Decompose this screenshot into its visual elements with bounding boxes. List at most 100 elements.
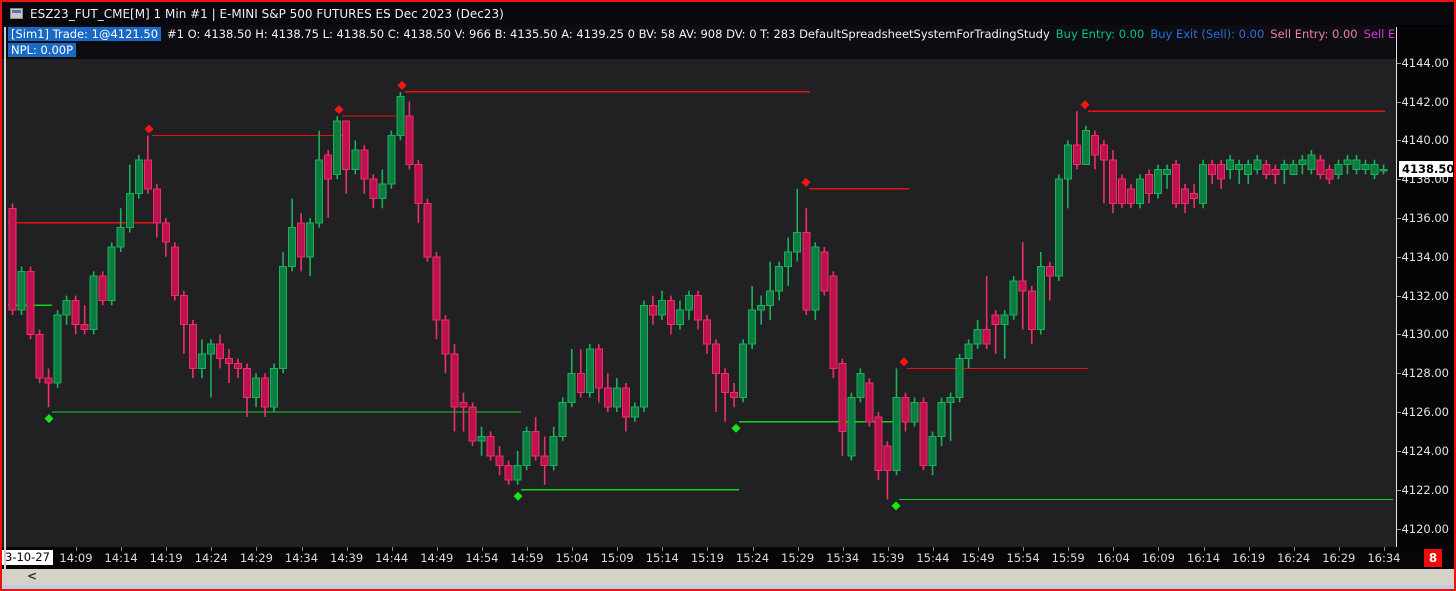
price-tick bbox=[1397, 450, 1401, 452]
time-axis-label: 14:34 bbox=[284, 551, 319, 565]
candle-body bbox=[504, 464, 513, 481]
candle-body bbox=[847, 397, 856, 457]
time-axis-label: 15:24 bbox=[735, 551, 770, 565]
candle-body bbox=[252, 377, 261, 399]
candle-body bbox=[1108, 159, 1117, 204]
candle-body bbox=[757, 304, 766, 311]
candle-body bbox=[1289, 164, 1298, 175]
sell-signal-diamond-icon bbox=[397, 80, 407, 90]
time-axis-label: 14:44 bbox=[375, 551, 409, 565]
time-axis-label: 15:44 bbox=[916, 551, 950, 565]
candle-body bbox=[80, 324, 89, 331]
time-axis-label: 14:09 bbox=[59, 551, 93, 565]
candle-body bbox=[1081, 130, 1090, 166]
sell-signal-diamond-icon bbox=[899, 357, 909, 367]
price-tick bbox=[1397, 373, 1401, 375]
candle-body bbox=[134, 159, 143, 195]
window-icon bbox=[10, 8, 23, 19]
candle-body bbox=[1036, 266, 1045, 331]
candle-body bbox=[1370, 164, 1379, 175]
time-axis-label: 14:59 bbox=[510, 551, 544, 565]
candle-body bbox=[1181, 188, 1190, 204]
candle-body bbox=[784, 251, 793, 268]
candle-body bbox=[215, 343, 224, 360]
candle-body bbox=[730, 392, 739, 399]
candle-body bbox=[838, 363, 847, 432]
sell-signal-diamond-icon bbox=[801, 177, 811, 187]
horizontal-scrollbar[interactable]: < bbox=[2, 569, 1454, 585]
candle-body bbox=[306, 222, 315, 258]
candle-body bbox=[594, 348, 603, 389]
candle-body bbox=[648, 304, 657, 316]
candle-body bbox=[333, 120, 342, 175]
candle-body bbox=[685, 295, 693, 311]
price-tick bbox=[1397, 62, 1401, 64]
buy-signal-diamond-icon bbox=[513, 491, 523, 501]
price-axis-label: 4136.00 bbox=[1401, 210, 1449, 225]
candle-body bbox=[1045, 266, 1054, 277]
price-axis-label: 4124.00 bbox=[1401, 443, 1449, 458]
candle-body bbox=[143, 159, 152, 190]
time-axis-label: 15:14 bbox=[645, 551, 679, 565]
candle-body bbox=[946, 397, 955, 403]
window-title: ESZ23_FUT_CME[M] 1 Min #1 | E-MINI S&P 5… bbox=[30, 6, 504, 21]
chart-number-badge: 8 bbox=[1424, 549, 1442, 567]
candle-body bbox=[1208, 164, 1217, 175]
candle-body bbox=[675, 309, 684, 326]
candle-body bbox=[71, 299, 80, 326]
candle-body bbox=[1027, 290, 1036, 331]
time-axis-label: 15:34 bbox=[826, 551, 860, 565]
price-tick bbox=[1397, 295, 1401, 297]
candle-body bbox=[513, 464, 522, 481]
candle-body bbox=[603, 387, 612, 408]
price-axis-label: 4130.00 bbox=[1401, 327, 1449, 342]
scroll-left-icon[interactable]: < bbox=[24, 569, 40, 584]
candle-body bbox=[865, 382, 874, 423]
title-bar: ESZ23_FUT_CME[M] 1 Min #1 | E-MINI S&P 5… bbox=[2, 2, 1454, 25]
candle-body bbox=[297, 222, 306, 258]
candle-body bbox=[396, 96, 405, 136]
candle-body bbox=[17, 270, 26, 311]
chart-region[interactable] bbox=[2, 59, 1396, 547]
price-tick bbox=[1397, 334, 1401, 336]
time-axis-label: 14:19 bbox=[149, 551, 183, 565]
candle-body bbox=[1298, 159, 1307, 166]
candle-body bbox=[1172, 164, 1181, 204]
time-axis-label: 14:54 bbox=[465, 551, 499, 565]
price-tick bbox=[1397, 489, 1401, 491]
ohlc-stats: #1 O: 4138.50 H: 4138.75 L: 4138.50 C: 4… bbox=[167, 27, 1050, 41]
candle-body bbox=[53, 314, 62, 384]
candle-body bbox=[486, 435, 495, 457]
candle-body bbox=[459, 401, 468, 408]
candle-body bbox=[775, 266, 784, 292]
candle-body bbox=[360, 149, 369, 180]
time-axis-label: 14:39 bbox=[330, 551, 364, 565]
price-axis[interactable]: 4144.00 4142.00 4140.00 4138.00 4136.00 4134.… bbox=[1396, 27, 1454, 569]
candle-body bbox=[928, 435, 937, 466]
time-axis-label: 16:24 bbox=[1277, 551, 1311, 565]
candle-body bbox=[1217, 164, 1226, 180]
candle-body bbox=[179, 295, 188, 326]
candle-body bbox=[8, 207, 17, 311]
candle-body bbox=[1054, 178, 1063, 277]
window-left-edge bbox=[4, 27, 6, 585]
candlesticks bbox=[8, 91, 1388, 500]
candle-body bbox=[224, 358, 233, 365]
candle-body bbox=[901, 397, 910, 423]
candle-body bbox=[694, 295, 703, 321]
price-tick bbox=[1397, 101, 1401, 103]
price-tick bbox=[1397, 217, 1401, 219]
candle-body bbox=[152, 188, 161, 224]
candlestick-chart[interactable] bbox=[2, 59, 1396, 547]
time-axis[interactable]: 3-10-27 8 14:09 14:14 14:19 14:24 14:29 14:34… bbox=[2, 547, 1454, 569]
candle-body bbox=[1072, 144, 1081, 166]
price-axis-label: 4134.00 bbox=[1401, 249, 1449, 264]
time-axis-label: 15:04 bbox=[555, 551, 589, 565]
candle-body bbox=[1163, 168, 1172, 175]
candle-body bbox=[874, 416, 883, 471]
date-label: 3-10-27 bbox=[2, 550, 53, 565]
price-axis-label: 4140.00 bbox=[1401, 133, 1449, 148]
candle-body bbox=[1136, 178, 1144, 204]
time-axis-label: 15:59 bbox=[1051, 551, 1085, 565]
candle-body bbox=[1117, 178, 1126, 204]
